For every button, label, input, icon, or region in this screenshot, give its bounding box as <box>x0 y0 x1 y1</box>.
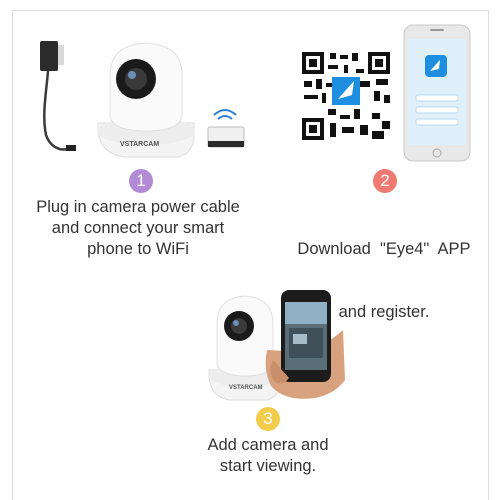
smartphone-icon <box>403 24 471 162</box>
step-2-line-2: and register. <box>338 303 430 321</box>
step-3-badge: 3 <box>256 407 280 431</box>
camera-icon: VSTARCAM <box>97 42 195 158</box>
step-1-line-3: phone to WiFi <box>87 240 189 258</box>
brand-label: VSTARCAM <box>120 141 159 148</box>
power-adapter-icon <box>40 41 76 151</box>
step-3-line-1: Add camera and <box>207 436 329 454</box>
step-1-line-1: Plug in camera power cable <box>36 198 240 216</box>
step-1-line-2: and connect your smart <box>51 219 225 237</box>
step1-illustration: VSTARCAM <box>40 41 245 158</box>
step-1-caption: Plug in camera power cable and connect y… <box>18 197 258 260</box>
step-3-caption: Add camera and start viewing. <box>168 435 368 477</box>
step-2-caption: Download "Eye4" APP and register. <box>278 197 490 344</box>
step2-illustration <box>300 24 471 162</box>
step-1-badge: 1 <box>129 169 153 193</box>
step-2-line-1: Download "Eye4" APP <box>297 240 471 258</box>
step-3-line-2: start viewing. <box>219 457 317 475</box>
step-2-badge: 2 <box>373 169 397 193</box>
qr-code-icon <box>300 50 392 142</box>
brand-label: VSTARCAM <box>229 385 263 391</box>
camera-icon: VSTARCAM <box>208 295 282 401</box>
router-icon <box>207 109 245 148</box>
